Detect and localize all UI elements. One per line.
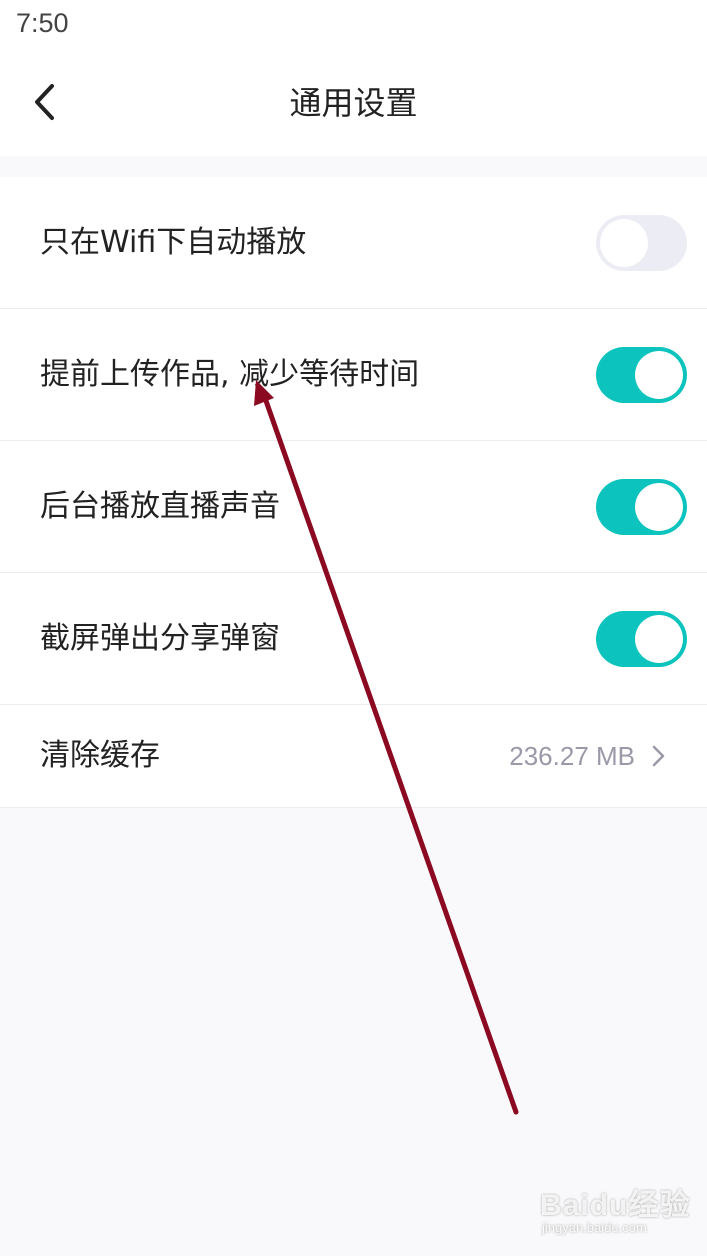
setting-row-wifi-autoplay: 只在Wifi下自动播放: [0, 177, 707, 309]
baidu-jingyan-watermark: Baidu经验 jingyan.baidu.com: [540, 1180, 689, 1240]
setting-row-screenshot-share: 截屏弹出分享弹窗: [0, 573, 707, 705]
back-button[interactable]: [20, 72, 76, 132]
status-time: 7:50: [16, 8, 69, 38]
toggle-switch[interactable]: [596, 347, 687, 403]
toggle-switch[interactable]: [596, 215, 687, 271]
clear-cache-row[interactable]: 清除缓存 236.27 MB: [0, 705, 707, 807]
toggle-knob: [635, 615, 683, 663]
setting-label: 只在Wifi下自动播放: [40, 225, 307, 260]
watermark-brand: Baidu经验: [540, 1189, 691, 1222]
toggle-switch[interactable]: [596, 611, 687, 667]
setting-label: 后台播放直播声音: [40, 489, 280, 524]
page-title: 通用设置: [289, 84, 418, 122]
toggle-knob: [635, 351, 683, 399]
settings-list: 只在Wifi下自动播放 提前上传作品, 减少等待时间 后台播放直播声音 截屏弹出…: [0, 177, 707, 808]
watermark-url: jingyan.baidu.com: [542, 1220, 647, 1235]
status-bar: 7:50: [0, 0, 707, 50]
toggle-switch[interactable]: [596, 479, 687, 535]
setting-label: 提前上传作品, 减少等待时间: [40, 357, 420, 392]
chevron-right-icon: [652, 745, 665, 767]
toggle-knob: [600, 219, 648, 267]
cache-size-value: 236.27 MB: [509, 741, 635, 771]
setting-label: 截屏弹出分享弹窗: [40, 621, 280, 656]
chevron-left-icon: [35, 84, 54, 120]
setting-row-pre-upload: 提前上传作品, 减少等待时间: [0, 309, 707, 441]
nav-bar: 通用设置: [0, 50, 707, 156]
toggle-knob: [635, 483, 683, 531]
setting-row-background-live-audio: 后台播放直播声音: [0, 441, 707, 573]
clear-cache-label: 清除缓存: [40, 738, 160, 773]
